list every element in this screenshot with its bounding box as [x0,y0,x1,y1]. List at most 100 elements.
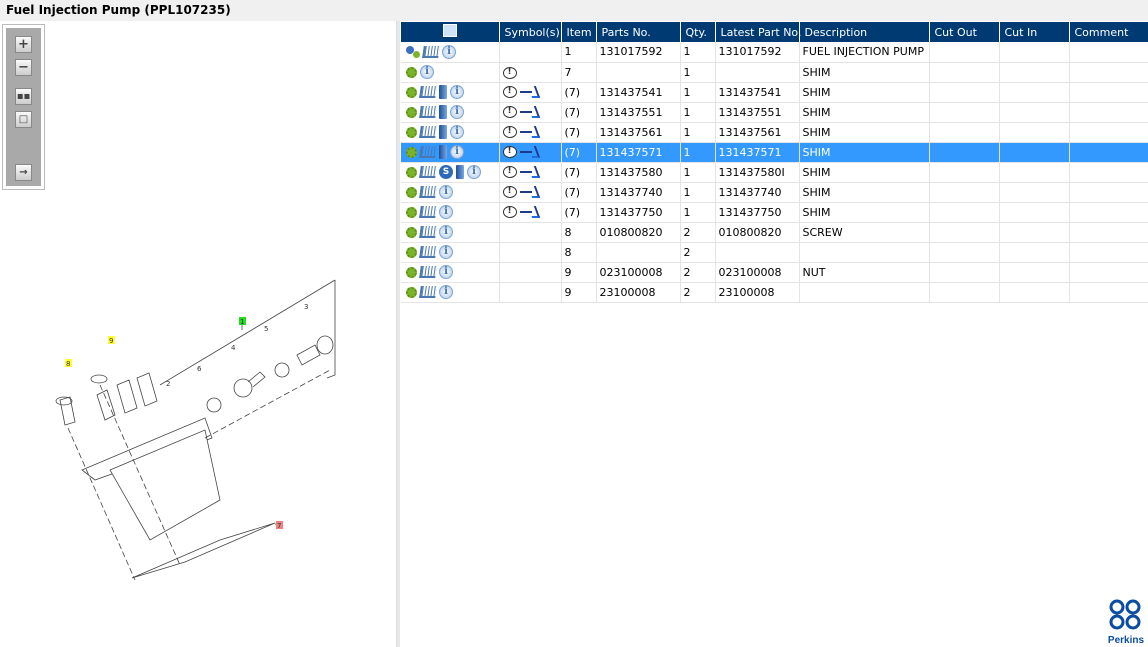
symbols-cell [499,222,562,243]
symbols-cell: ! [499,122,562,143]
gear-icon[interactable] [406,166,417,178]
latest-part-cell: 131437571 [715,142,800,163]
cut-in-cell [999,102,1070,123]
column-header[interactable]: Latest Part No. [715,22,801,42]
note-icon[interactable]: ! [502,146,517,158]
table-row[interactable]: i 8 010800820 2 010800820 SCREW [401,222,1148,243]
column-header[interactable]: Cut Out [929,22,1000,42]
info-icon[interactable]: i [450,145,464,159]
gear-icon[interactable] [406,266,417,278]
panel-splitter[interactable] [397,21,400,647]
book-icon[interactable] [456,165,464,179]
table-row[interactable]: i! (7) 131437551 1 131437551 SHIM [401,102,1148,123]
info-icon[interactable]: i [439,205,453,219]
table-row[interactable]: i! (7) 131437571 1 131437571 SHIM [401,142,1148,163]
cart-icon[interactable] [419,86,437,98]
callout-3[interactable]: 3 [304,303,308,311]
note-icon[interactable]: ! [502,186,517,198]
note-icon[interactable]: ! [502,206,517,218]
gears-icon[interactable] [406,45,420,58]
info-icon[interactable]: i [450,85,464,99]
column-header[interactable]: Symbol(s) [499,22,562,42]
replacement-icon[interactable] [519,185,538,199]
column-header[interactable]: Cut In [999,22,1070,42]
note-icon[interactable]: ! [502,106,517,118]
gear-icon[interactable] [406,146,417,158]
cart-icon[interactable] [419,286,437,298]
table-row[interactable]: i 9 23100008 2 23100008 [401,282,1148,303]
gear-icon[interactable] [406,246,417,258]
gear-icon[interactable] [406,126,417,138]
header-search[interactable] [401,22,500,42]
column-header[interactable]: Parts No. [596,22,681,42]
gear-icon[interactable] [406,286,417,298]
callout-5[interactable]: 5 [264,325,268,333]
info-icon[interactable]: i [439,245,453,259]
table-row[interactable]: i 8 2 [401,242,1148,263]
cut-in-cell [999,162,1070,183]
gear-icon[interactable] [406,66,417,78]
column-header[interactable]: Description [799,22,930,42]
column-header[interactable]: Item [561,22,597,42]
search-icon[interactable] [442,24,457,37]
replacement-icon[interactable] [519,205,538,219]
cart-icon[interactable] [419,106,437,118]
book-icon[interactable] [439,85,447,99]
cart-icon[interactable] [422,45,440,58]
gear-icon[interactable] [406,86,417,98]
cart-icon[interactable] [419,206,437,218]
qty-cell: 2 [680,242,716,263]
info-icon[interactable]: i [439,265,453,279]
info-icon[interactable]: i [450,125,464,139]
info-icon[interactable]: i [420,65,434,79]
cart-icon[interactable] [419,226,437,238]
book-icon[interactable] [439,145,447,159]
callout-2[interactable]: 2 [166,380,170,388]
callout-6[interactable]: 6 [197,365,202,373]
table-row[interactable]: i! (7) 131437541 1 131437541 SHIM [401,82,1148,103]
cart-icon[interactable] [419,266,437,278]
info-icon[interactable]: i [467,165,481,179]
table-row[interactable]: i! (7) 131437750 1 131437750 SHIM [401,202,1148,223]
column-header[interactable]: Qty. [680,22,716,42]
book-icon[interactable] [439,125,447,139]
note-icon[interactable]: ! [502,66,517,79]
gear-icon[interactable] [406,226,417,238]
book-icon[interactable] [439,105,447,119]
table-row[interactable]: i 9 023100008 2 023100008 NUT [401,262,1148,283]
symbols-cell: ! [499,82,562,103]
s-badge-icon[interactable]: S [439,165,453,179]
replacement-icon[interactable] [519,125,538,139]
gear-icon[interactable] [406,186,417,198]
column-header[interactable]: Comment [1069,22,1148,42]
replacement-icon[interactable] [519,85,538,99]
replacement-icon[interactable] [519,165,538,179]
table-row[interactable]: i! (7) 131437561 1 131437561 SHIM [401,122,1148,143]
callout-1[interactable]: 1 [240,318,244,326]
table-row[interactable]: i 1 131017592 1 131017592 FUEL INJECTION PUMP [401,42,1148,63]
cart-icon[interactable] [419,166,437,178]
info-icon[interactable]: i [439,225,453,239]
table-row[interactable]: i! 7 1 SHIM [401,62,1148,83]
callout-8[interactable]: 8 [66,360,70,368]
table-row[interactable]: i! (7) 131437740 1 131437740 SHIM [401,182,1148,203]
cart-icon[interactable] [419,246,437,258]
table-row[interactable]: Si! (7) 131437580 1 131437580I SHIM [401,162,1148,183]
callout-9[interactable]: 9 [109,337,113,345]
cart-icon[interactable] [419,186,437,198]
replacement-icon[interactable] [519,105,538,119]
cart-icon[interactable] [419,126,437,138]
info-icon[interactable]: i [439,185,453,199]
replacement-icon[interactable] [519,145,538,159]
note-icon[interactable]: ! [502,86,517,98]
note-icon[interactable]: ! [502,166,517,178]
cart-icon[interactable] [419,146,437,158]
note-icon[interactable]: ! [502,126,517,138]
callout-7[interactable]: 7 [277,522,281,530]
gear-icon[interactable] [406,106,417,118]
info-icon[interactable]: i [439,285,453,299]
info-icon[interactable]: i [450,105,464,119]
callout-4[interactable]: 4 [231,344,236,352]
gear-icon[interactable] [406,206,417,218]
info-icon[interactable]: i [442,44,456,59]
